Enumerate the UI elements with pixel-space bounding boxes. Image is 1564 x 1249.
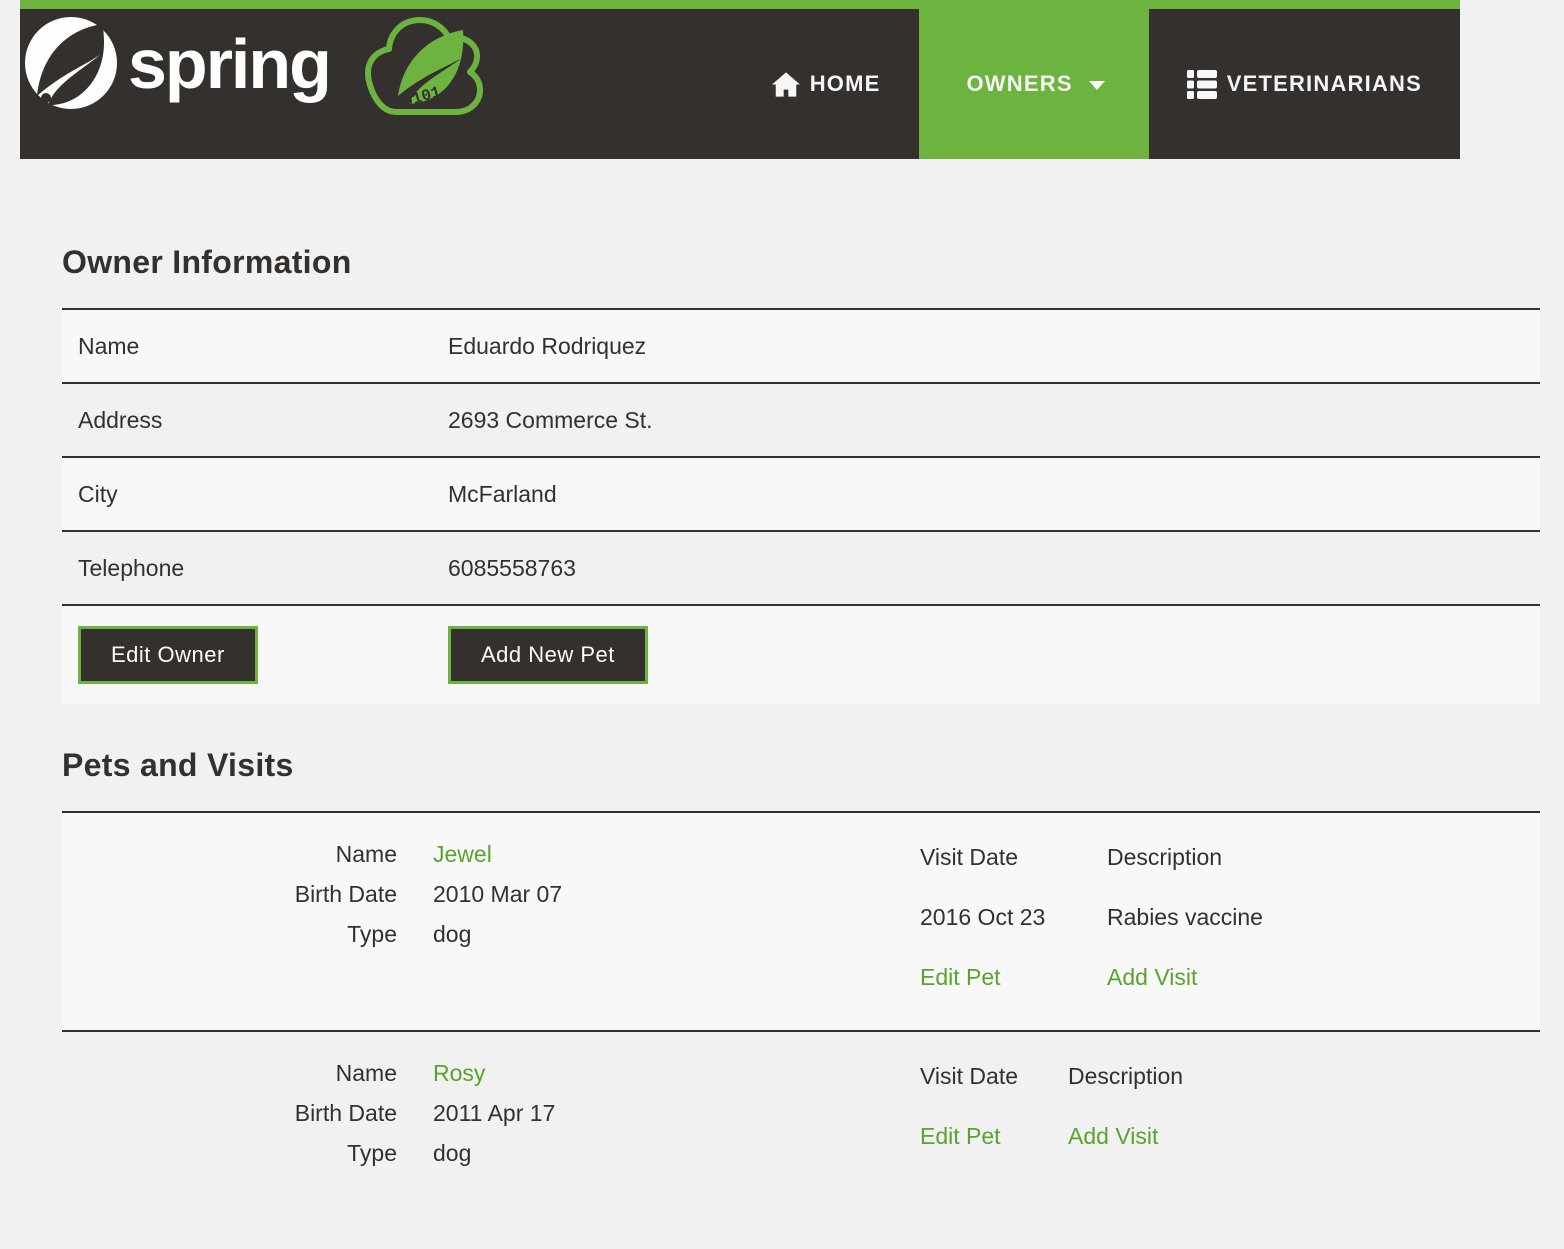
pet-name-label: Name (335, 841, 397, 867)
chevron-down-icon (1088, 81, 1105, 90)
edit-pet-link[interactable]: Edit Pet (920, 1123, 1001, 1149)
pet-row: Name Jewel Birth Date 2010 Mar 07 Type d… (62, 811, 1540, 1031)
pets-and-visits-title: Pets and Visits (62, 747, 294, 783)
pet-name-label: Name (335, 1060, 397, 1086)
owner-information-table: Name Eduardo Rodriquez Address 2693 Comm… (62, 308, 1540, 704)
pet-info: Name Rosy Birth Date 2011 Apr 17 Type do… (62, 1032, 900, 1249)
visit-date-value: 2016 Oct 23 (920, 904, 1046, 930)
visit-description-header: Description (1068, 1063, 1184, 1089)
owner-actions-row: Edit Owner Add New Pet (62, 604, 1540, 704)
visit-row: 2016 Oct 23 Rabies vaccine (920, 903, 1263, 963)
owner-information-title: Owner Information (62, 244, 352, 280)
table-row: Telephone 6085558763 (62, 530, 1540, 605)
visit-date-header: Visit Date (920, 1063, 1019, 1089)
pet-row: Name Rosy Birth Date 2011 Apr 17 Type do… (62, 1030, 1540, 1249)
spring-leaf-circle-icon (25, 17, 117, 109)
nav-item-label: HOME (809, 71, 881, 96)
owner-field-value: 6085558763 (432, 530, 1540, 605)
pet-info: Name Jewel Birth Date 2010 Mar 07 Type d… (62, 813, 900, 1030)
main-content: Owner Information Name Eduardo Rodriquez… (62, 159, 1540, 1249)
pet-type-label: Type (347, 1140, 397, 1166)
visit-date-header: Visit Date (920, 844, 1019, 870)
pet-type-label: Type (347, 921, 397, 947)
pet-name-link[interactable]: Rosy (433, 1060, 485, 1086)
owner-field-label: Telephone (62, 530, 432, 605)
add-visit-link[interactable]: Add Visit (1107, 964, 1197, 990)
owner-field-label: Name (62, 308, 432, 383)
visit-description-header: Description (1107, 844, 1223, 870)
table-row: Name Eduardo Rodriquez (62, 308, 1540, 383)
table-row: City McFarland (62, 456, 1540, 531)
home-icon (771, 71, 800, 98)
navbar: spring 0101 HOME OWNERS VETERINARIANS (20, 0, 1460, 159)
pets-table: Name Jewel Birth Date 2010 Mar 07 Type d… (62, 811, 1540, 1249)
table-row: Address 2693 Commerce St. (62, 382, 1540, 457)
spring-logo-graphic: spring 0101 (25, 17, 483, 115)
nav-item-home[interactable]: HOME (734, 0, 919, 159)
add-new-pet-button[interactable]: Add New Pet (448, 626, 648, 684)
owner-field-value: McFarland (432, 456, 1540, 531)
nav-item-owners[interactable]: OWNERS (918, 0, 1149, 159)
pet-birth-date-value: 2011 Apr 17 (433, 1100, 556, 1126)
pet-name-link[interactable]: Jewel (433, 841, 492, 867)
edit-owner-button[interactable]: Edit Owner (78, 626, 258, 684)
owner-field-value: 2693 Commerce St. (432, 382, 1540, 457)
nav-item-label: OWNERS (966, 71, 1073, 96)
main-nav: HOME OWNERS VETERINARIANS (734, 0, 1460, 159)
list-icon (1186, 69, 1217, 99)
pet-birth-date-label: Birth Date (294, 881, 397, 907)
visits-table: Visit Date Description 2016 Oct 23 Rabie… (920, 843, 1263, 1023)
add-visit-link[interactable]: Add Visit (1068, 1123, 1158, 1149)
visit-description-value: Rabies vaccine (1107, 904, 1263, 930)
visits-table: Visit Date Description Edit Pet Add Visi… (920, 1062, 1183, 1182)
owner-field-label: City (62, 456, 432, 531)
owner-field-label: Address (62, 382, 432, 457)
owner-field-value: Eduardo Rodriquez (432, 308, 1540, 383)
spring-cloud-icon: 0101 (365, 17, 483, 115)
nav-item-label: VETERINARIANS (1226, 71, 1422, 96)
brand-logo[interactable]: spring 0101 (22, 12, 492, 133)
pet-type-value: dog (433, 1140, 472, 1166)
pet-birth-date-label: Birth Date (294, 1100, 397, 1126)
brand-text: spring (128, 25, 330, 103)
nav-item-veterinarians[interactable]: VETERINARIANS (1149, 0, 1460, 159)
pet-type-value: dog (433, 921, 472, 947)
edit-pet-link[interactable]: Edit Pet (920, 964, 1001, 990)
pet-birth-date-value: 2010 Mar 07 (433, 881, 563, 907)
